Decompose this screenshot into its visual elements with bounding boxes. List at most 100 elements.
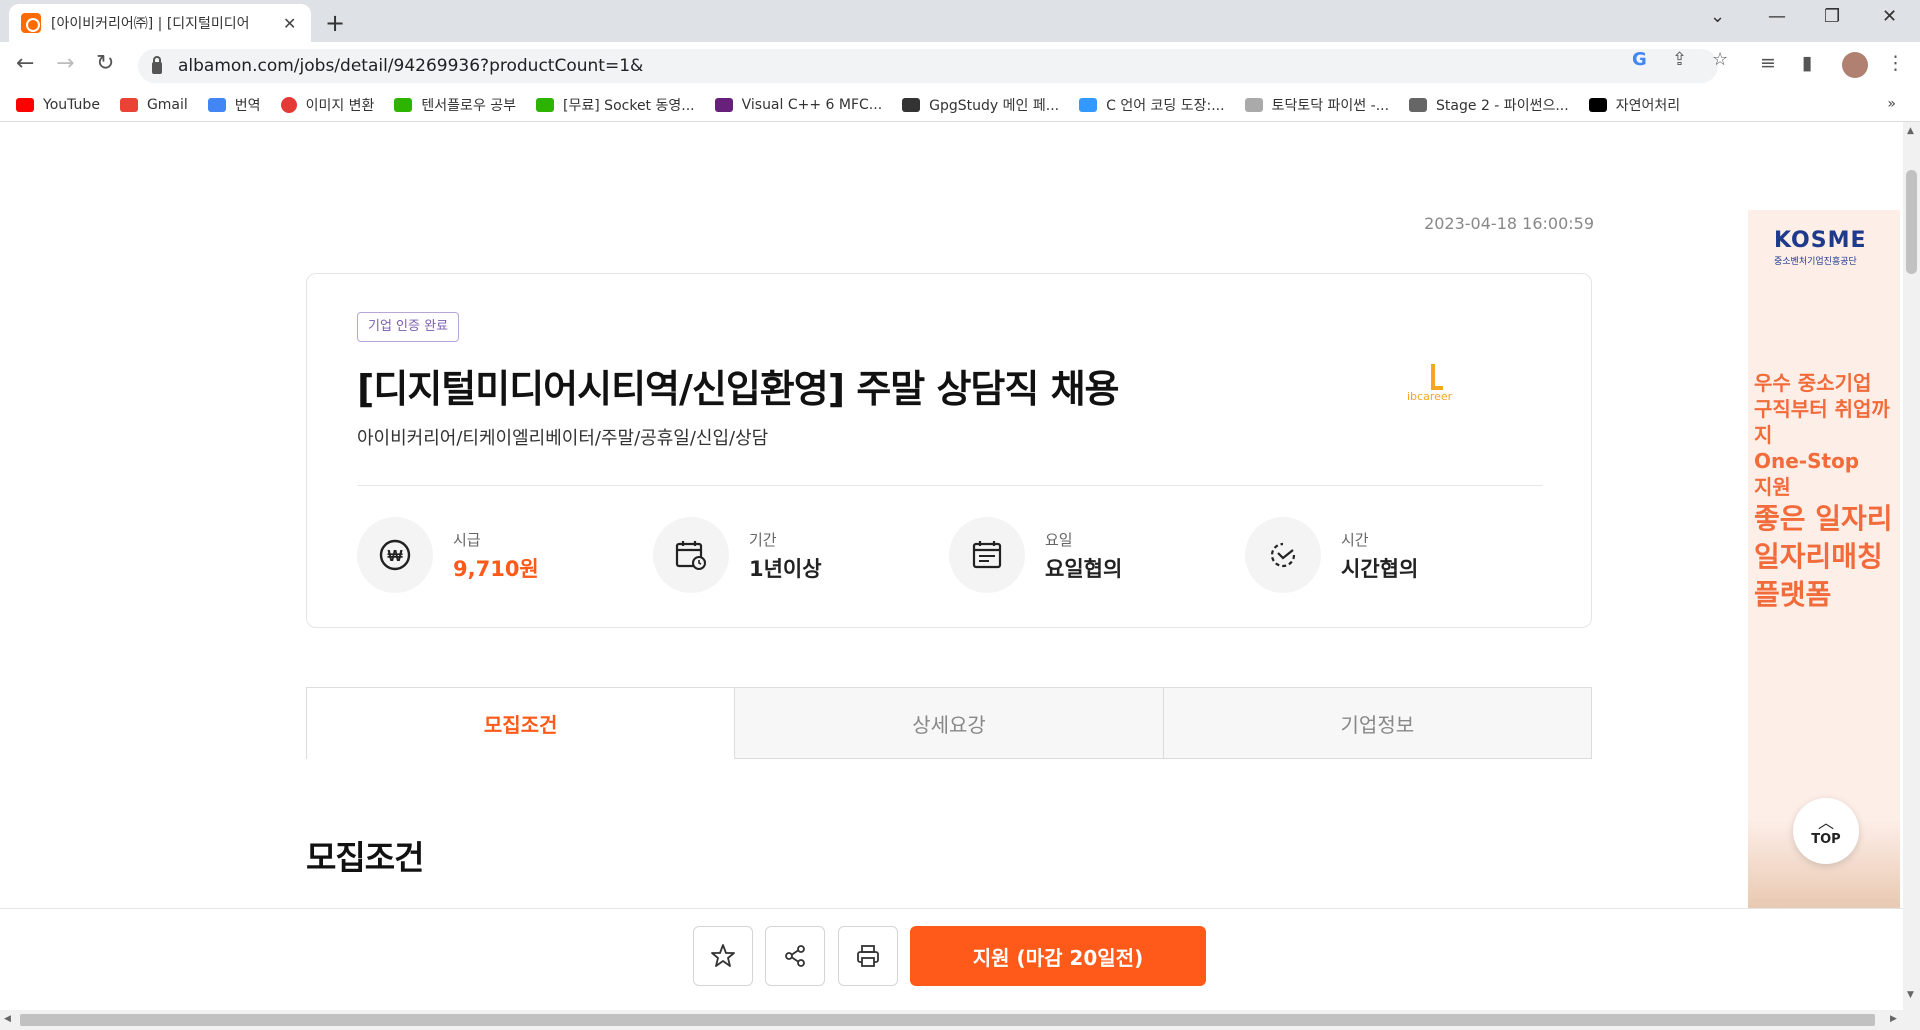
tab-details[interactable]: 상세요강: [735, 687, 1164, 759]
clock-icon: [1245, 517, 1321, 593]
scroll-down-arrow-icon[interactable]: ▼: [1907, 990, 1914, 1000]
share-button[interactable]: [765, 926, 825, 986]
tab-title: [아이비커리어㈜] | [디지털미디어: [51, 16, 250, 32]
gpgstudy-icon: [902, 97, 921, 112]
bookmark-star-icon[interactable]: ☆: [1712, 49, 1728, 70]
forward-arrow-icon[interactable]: →: [56, 51, 74, 76]
print-button[interactable]: [838, 926, 898, 986]
ad-logo: KOSME: [1774, 228, 1867, 253]
info-hours: 시간 시간협의: [1245, 517, 1535, 593]
printer-icon: [857, 945, 879, 967]
address-bar[interactable]: albamon.com/jobs/detail/94269936?product…: [138, 49, 1718, 83]
days-value: 요일협의: [1045, 557, 1123, 581]
detail-tabs: 모집조건 상세요강 기업정보: [306, 687, 1592, 759]
ad-sub: 중소벤처기업진흥공단: [1774, 257, 1857, 267]
logo-mark-icon: [1431, 364, 1443, 390]
url-text[interactable]: albamon.com/jobs/detail/94269936?product…: [178, 56, 643, 76]
visual-studio-icon: [714, 97, 733, 112]
page-viewport: 2023-04-18 16:00:59 기업 인증 완료 [디지털미디어시티역/…: [0, 122, 1903, 1010]
bookmark-c-coding[interactable]: C 언어 코딩 도장:...: [1079, 95, 1225, 115]
posted-datetime: 2023-04-18 16:00:59: [1424, 214, 1594, 233]
info-days: 요일 요일협의: [949, 517, 1239, 593]
share-icon: [785, 945, 805, 967]
stage-icon: [1409, 97, 1428, 112]
chevron-up-icon: ︿: [1817, 812, 1834, 832]
tab-search-icon[interactable]: ⌄: [1710, 6, 1725, 27]
top-label: TOP: [1811, 831, 1841, 847]
bookmark-gmail[interactable]: Gmail: [119, 97, 188, 113]
info-wage: ₩ 시급 9,710원: [357, 517, 647, 593]
youtube-icon: [16, 97, 34, 112]
reading-list-icon[interactable]: ≡: [1760, 52, 1776, 74]
blog-icon: [394, 97, 413, 112]
bookmarks-more-icon[interactable]: »: [1887, 96, 1896, 112]
scrap-button[interactable]: [693, 926, 753, 986]
info-label: 시급: [453, 531, 481, 549]
close-window-button[interactable]: ✕: [1882, 6, 1897, 27]
new-tab-button[interactable]: +: [325, 9, 345, 37]
tab-close-icon[interactable]: ✕: [283, 14, 296, 33]
restore-button[interactable]: ❐: [1824, 6, 1840, 27]
bookmark-stage2[interactable]: Stage 2 - 파이썬으...: [1409, 95, 1569, 115]
info-label: 기간: [749, 531, 777, 549]
gmail-icon: [119, 97, 138, 112]
minimize-button[interactable]: —: [1768, 6, 1786, 27]
vertical-scrollbar[interactable]: ▲ ▼: [1903, 122, 1920, 1010]
bookmarks-bar: YouTube Gmail 번역 이미지 변환 텐서플로우 공부 [무료] So…: [0, 88, 1920, 122]
svg-text:₩: ₩: [387, 548, 403, 565]
browser-tab-bar: [아이비커리어㈜] | [디지털미디어 ✕ + ⌄ — ❐ ✕: [0, 0, 1920, 42]
share-icon[interactable]: ⇪: [1672, 49, 1687, 70]
divider: [357, 485, 1543, 486]
calendar-icon: [949, 517, 1025, 593]
scroll-up-arrow-icon[interactable]: ▲: [1907, 126, 1914, 136]
bookmark-socket[interactable]: [무료] Socket 동영...: [536, 95, 695, 115]
tab-company-info[interactable]: 기업정보: [1163, 687, 1592, 759]
reload-icon[interactable]: ↻: [96, 51, 114, 76]
hours-value: 시간협의: [1341, 557, 1419, 581]
lock-icon: [152, 55, 162, 74]
ad-text-1: 우수 중소기업 구직부터 취업까지 One-Stop 지원: [1754, 371, 1890, 499]
won-icon: ₩: [357, 517, 433, 593]
translate-icon: [207, 97, 226, 112]
star-icon: [711, 944, 735, 967]
bookmark-visual-cpp[interactable]: Visual C++ 6 MFC...: [714, 97, 882, 113]
bookmark-python[interactable]: 토닥토닥 파이썬 -...: [1244, 95, 1389, 115]
bookmark-nlp[interactable]: 자연어처리: [1588, 95, 1680, 115]
side-panel-icon[interactable]: ▮: [1802, 52, 1812, 74]
scroll-right-arrow-icon[interactable]: ▶: [1890, 1014, 1897, 1024]
vertical-scroll-thumb[interactable]: [1906, 170, 1917, 274]
albamon-favicon-icon: [21, 13, 41, 33]
ad-text-2: 좋은 일자리 일자리매칭 플랫폼: [1754, 502, 1893, 611]
horizontal-scroll-thumb[interactable]: [20, 1014, 1875, 1026]
scroll-left-arrow-icon[interactable]: ◀: [4, 1014, 11, 1024]
apply-button[interactable]: 지원 (마감 20일전): [910, 926, 1206, 986]
bookmark-tensorflow[interactable]: 텐서플로우 공부: [394, 95, 516, 115]
scroll-top-button[interactable]: ︿ TOP: [1793, 798, 1859, 864]
profile-avatar[interactable]: [1842, 52, 1868, 78]
medium-icon: [1588, 97, 1607, 112]
horizontal-scrollbar[interactable]: ◀ ▶: [0, 1010, 1920, 1030]
section-title: 모집조건: [306, 838, 424, 877]
info-label: 시간: [1341, 531, 1369, 549]
company-keywords: 아이비커리어/티케이엘리베이터/주말/공휴일/신입/상담: [357, 428, 769, 449]
bookmark-youtube[interactable]: YouTube: [16, 97, 100, 113]
back-arrow-icon[interactable]: ←: [16, 51, 34, 76]
company-logo: ibcareer: [1407, 364, 1467, 404]
job-summary-card: 기업 인증 완료 [디지털미디어시티역/신입환영] 주말 상담직 채용 아이비커…: [306, 273, 1592, 628]
menu-kebab-icon[interactable]: ⋮: [1886, 52, 1905, 74]
c-coding-icon: [1079, 97, 1098, 112]
job-title: [디지털미디어시티역/신입환영] 주말 상담직 채용: [357, 367, 1120, 411]
verified-badge: 기업 인증 완료: [357, 312, 460, 342]
google-icon[interactable]: G: [1632, 49, 1647, 70]
tab-recruit-conditions[interactable]: 모집조건: [306, 687, 736, 759]
calendar-clock-icon: [653, 517, 729, 593]
python-icon: [1244, 97, 1263, 112]
period-value: 1년이상: [749, 557, 822, 581]
wage-value: 9,710원: [453, 557, 539, 581]
info-period: 기간 1년이상: [653, 517, 943, 593]
bookmark-translate[interactable]: 번역: [207, 95, 261, 115]
info-label: 요일: [1045, 531, 1073, 549]
bookmark-gpgstudy[interactable]: GpgStudy 메인 페...: [902, 95, 1059, 115]
browser-tab[interactable]: [아이비커리어㈜] | [디지털미디어 ✕: [9, 4, 311, 42]
bookmark-image-convert[interactable]: 이미지 변환: [280, 95, 374, 115]
